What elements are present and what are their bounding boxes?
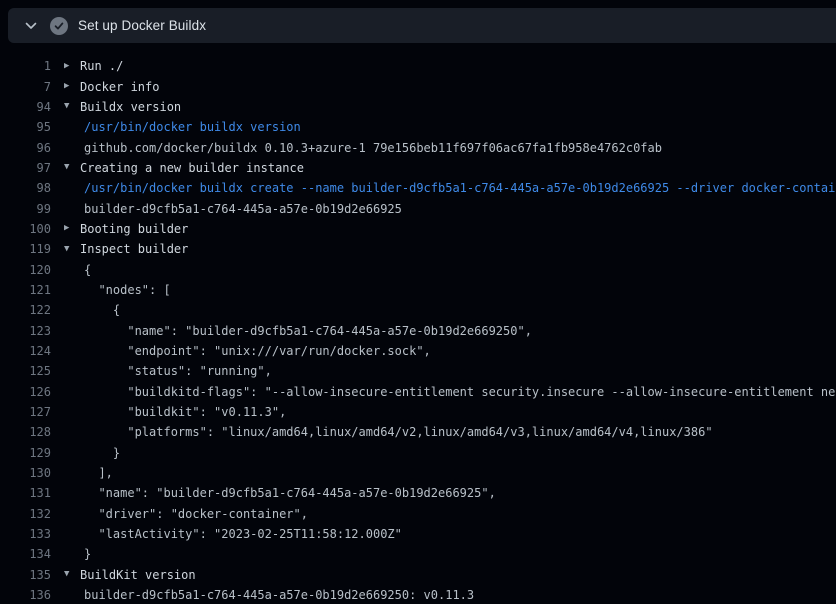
output-text: "driver": "docker-container", xyxy=(80,507,308,521)
log-line-row: 98/usr/bin/docker buildx create --name b… xyxy=(0,178,836,198)
line-number[interactable]: 7 xyxy=(0,80,51,94)
check-circle-icon xyxy=(50,17,68,35)
line-number[interactable]: 127 xyxy=(0,405,51,419)
output-text: builder-d9cfb5a1-c764-445a-a57e-0b19d2e6… xyxy=(80,202,402,216)
line-number[interactable]: 1 xyxy=(0,59,51,73)
line-number[interactable]: 95 xyxy=(0,120,51,134)
log-group-row[interactable]: 100▶Booting builder xyxy=(0,219,836,239)
chevron-down-icon[interactable]: ▼ xyxy=(51,245,80,254)
group-title: Booting builder xyxy=(80,222,188,236)
line-number[interactable]: 99 xyxy=(0,202,51,216)
command-text: /usr/bin/docker buildx create --name bui… xyxy=(80,181,836,195)
group-title: BuildKit version xyxy=(80,568,196,582)
line-number[interactable]: 120 xyxy=(0,263,51,277)
log-lines: 1▶Run ./7▶Docker info94▼Buildx version95… xyxy=(0,43,836,604)
output-text: { xyxy=(80,263,91,277)
log-group-row[interactable]: 97▼Creating a new builder instance xyxy=(0,158,836,178)
log-group-row[interactable]: 135▼BuildKit version xyxy=(0,565,836,585)
output-text: "endpoint": "unix:///var/run/docker.sock… xyxy=(80,344,431,358)
chevron-right-icon[interactable]: ▶ xyxy=(51,62,80,71)
output-text: "name": "builder-d9cfb5a1-c764-445a-a57e… xyxy=(80,486,496,500)
line-number[interactable]: 130 xyxy=(0,466,51,480)
log-line-row: 123 "name": "builder-d9cfb5a1-c764-445a-… xyxy=(0,320,836,340)
line-number[interactable]: 96 xyxy=(0,141,51,155)
output-text: } xyxy=(80,446,120,460)
output-text: "lastActivity": "2023-02-25T11:58:12.000… xyxy=(80,527,402,541)
chevron-down-icon[interactable] xyxy=(24,19,38,33)
line-number[interactable]: 132 xyxy=(0,507,51,521)
line-number[interactable]: 133 xyxy=(0,527,51,541)
line-number[interactable]: 134 xyxy=(0,547,51,561)
log-group-row[interactable]: 7▶Docker info xyxy=(0,76,836,96)
line-number[interactable]: 126 xyxy=(0,385,51,399)
group-title: Creating a new builder instance xyxy=(80,161,304,175)
output-text: github.com/docker/buildx 0.10.3+azure-1 … xyxy=(80,141,662,155)
line-number[interactable]: 94 xyxy=(0,100,51,114)
log-line-row: 129 } xyxy=(0,443,836,463)
log-group-row[interactable]: 94▼Buildx version xyxy=(0,97,836,117)
output-text: { xyxy=(80,303,120,317)
group-title: Run ./ xyxy=(80,59,123,73)
log-group-row[interactable]: 119▼Inspect builder xyxy=(0,239,836,259)
chevron-right-icon[interactable]: ▶ xyxy=(51,82,80,91)
log-line-row: 134} xyxy=(0,544,836,564)
line-number[interactable]: 123 xyxy=(0,324,51,338)
line-number[interactable]: 128 xyxy=(0,425,51,439)
log-line-row: 131 "name": "builder-d9cfb5a1-c764-445a-… xyxy=(0,483,836,503)
output-text: "buildkitd-flags": "--allow-insecure-ent… xyxy=(80,385,836,399)
chevron-right-icon[interactable]: ▶ xyxy=(51,224,80,233)
log-line-row: 133 "lastActivity": "2023-02-25T11:58:12… xyxy=(0,524,836,544)
step-title[interactable]: Set up Docker Buildx xyxy=(78,18,206,33)
log-line-row: 127 "buildkit": "v0.11.3", xyxy=(0,402,836,422)
step-header-bar[interactable]: Set up Docker Buildx xyxy=(8,8,836,43)
line-number[interactable]: 100 xyxy=(0,222,51,236)
log-line-row: 126 "buildkitd-flags": "--allow-insecure… xyxy=(0,382,836,402)
output-text: builder-d9cfb5a1-c764-445a-a57e-0b19d2e6… xyxy=(80,588,474,602)
output-text: "platforms": "linux/amd64,linux/amd64/v2… xyxy=(80,425,713,439)
chevron-down-icon[interactable]: ▼ xyxy=(51,570,80,579)
line-number[interactable]: 97 xyxy=(0,161,51,175)
line-number[interactable]: 122 xyxy=(0,303,51,317)
group-title: Inspect builder xyxy=(80,242,188,256)
line-number[interactable]: 125 xyxy=(0,364,51,378)
log-line-row: 136 builder-d9cfb5a1-c764-445a-a57e-0b19d… xyxy=(0,585,836,604)
line-number[interactable]: 124 xyxy=(0,344,51,358)
line-number[interactable]: 98 xyxy=(0,181,51,195)
log-line-row: 99 builder-d9cfb5a1-c764-445a-a57e-0b19d2… xyxy=(0,198,836,218)
line-number[interactable]: 121 xyxy=(0,283,51,297)
line-number[interactable]: 119 xyxy=(0,242,51,256)
log-line-row: 128 "platforms": "linux/amd64,linux/amd6… xyxy=(0,422,836,442)
group-title: Buildx version xyxy=(80,100,181,114)
group-title: Docker info xyxy=(80,80,159,94)
chevron-down-icon[interactable]: ▼ xyxy=(51,102,80,111)
output-text: "buildkit": "v0.11.3", xyxy=(80,405,286,419)
log-line-row: 130 ], xyxy=(0,463,836,483)
chevron-down-icon[interactable]: ▼ xyxy=(51,163,80,172)
log-line-row: 121 "nodes": [ xyxy=(0,280,836,300)
log-line-row: 120 { xyxy=(0,259,836,279)
line-number[interactable]: 129 xyxy=(0,446,51,460)
output-text: ], xyxy=(80,466,113,480)
log-line-row: 95/usr/bin/docker buildx version xyxy=(0,117,836,137)
command-text: /usr/bin/docker buildx version xyxy=(80,120,301,134)
line-number[interactable]: 131 xyxy=(0,486,51,500)
output-text: } xyxy=(80,547,91,561)
output-text: "name": "builder-d9cfb5a1-c764-445a-a57e… xyxy=(80,324,532,338)
line-number[interactable]: 135 xyxy=(0,568,51,582)
log-line-row: 132 "driver": "docker-container", xyxy=(0,504,836,524)
log-line-row: 125 "status": "running", xyxy=(0,361,836,381)
log-group-row[interactable]: 1▶Run ./ xyxy=(0,56,836,76)
log-line-row: 124 "endpoint": "unix:///var/run/docker.… xyxy=(0,341,836,361)
line-number[interactable]: 136 xyxy=(0,588,51,602)
output-text: "nodes": [ xyxy=(80,283,171,297)
log-line-row: 122 { xyxy=(0,300,836,320)
output-text: "status": "running", xyxy=(80,364,272,378)
log-line-row: 96 github.com/docker/buildx 0.10.3+azure-… xyxy=(0,137,836,157)
